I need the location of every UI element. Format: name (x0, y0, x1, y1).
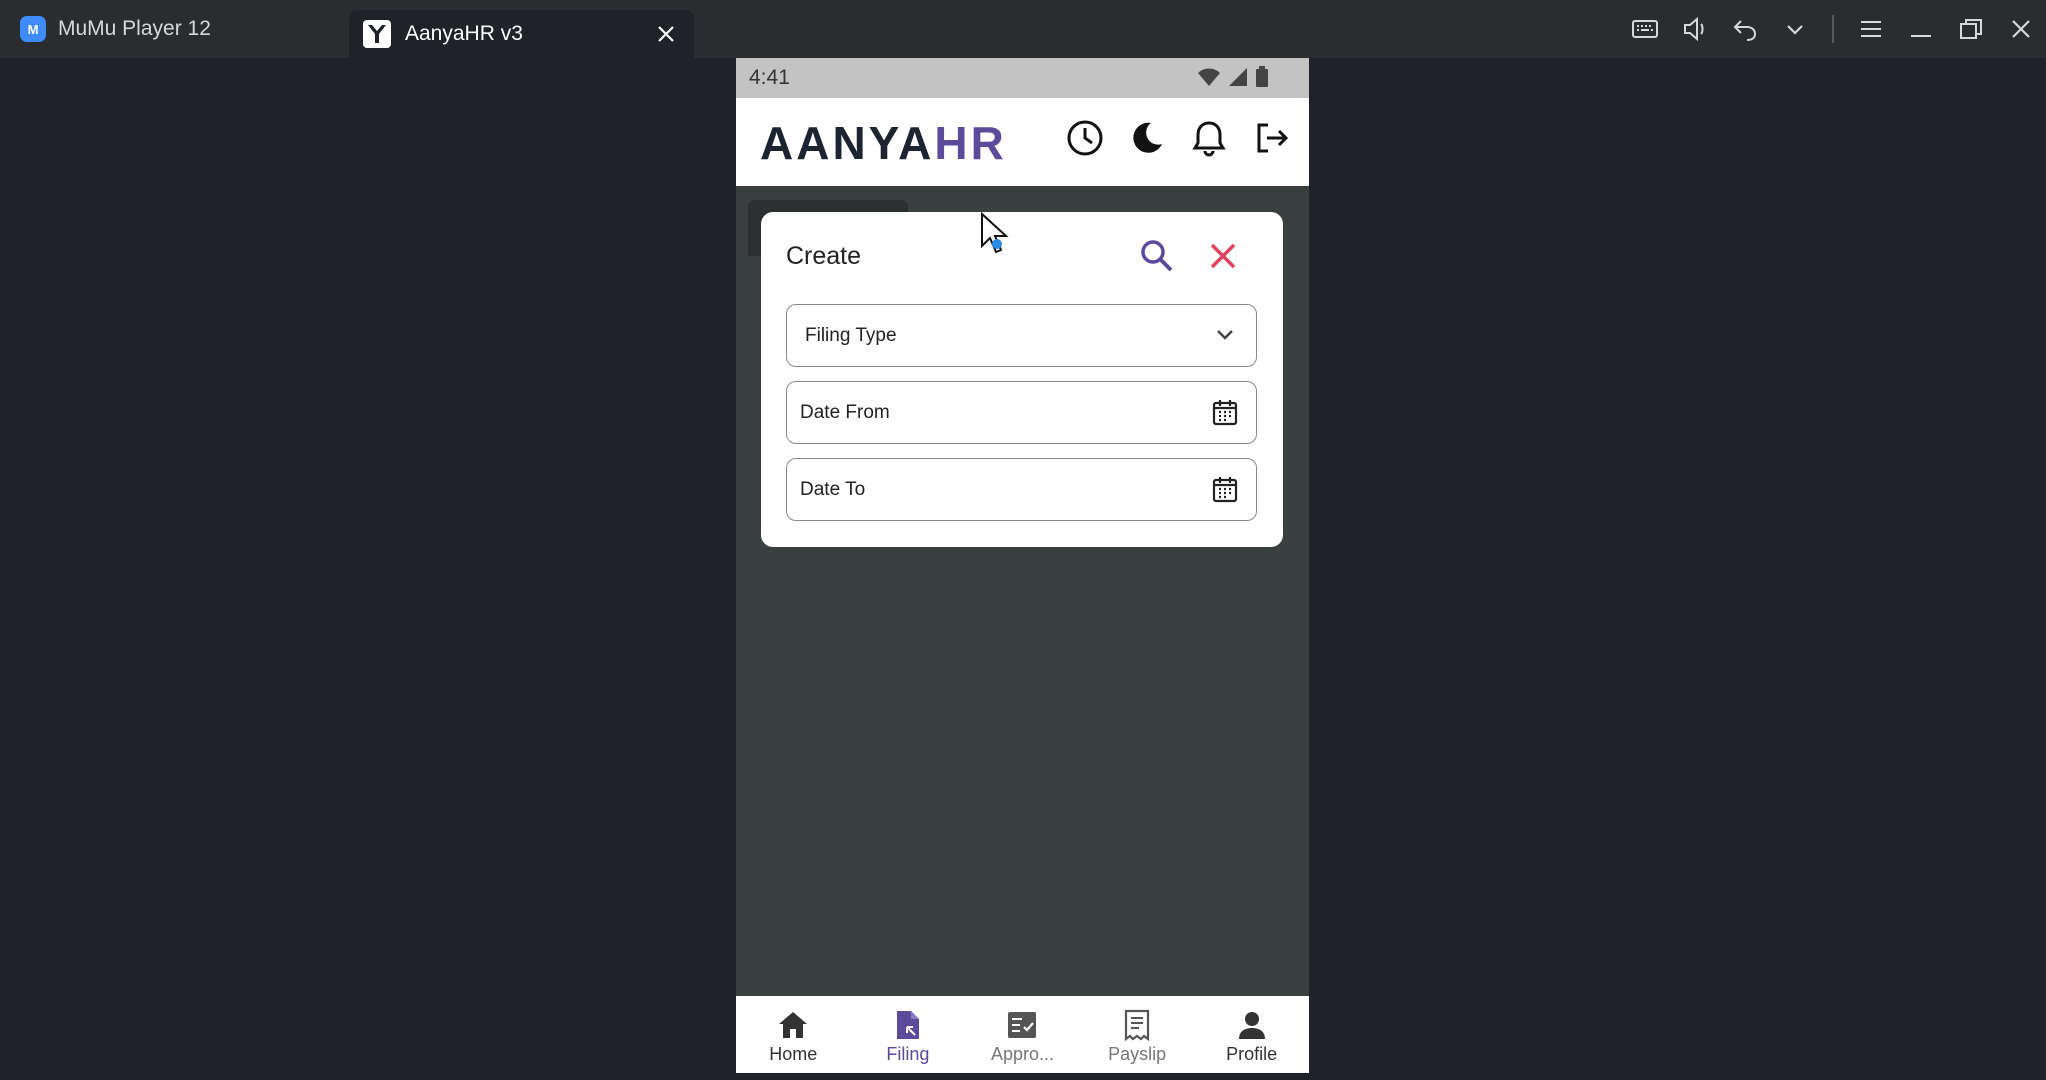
phone-screen: 4:41 AANYA HR Create Filing Type Date Fr… (736, 58, 1309, 1073)
nav-profile-label: Profile (1226, 1044, 1278, 1064)
close-tab-icon[interactable] (654, 22, 678, 46)
chevron-down-icon[interactable] (1770, 0, 1820, 58)
clock-icon[interactable] (1065, 118, 1105, 158)
date-from-placeholder: Date From (800, 401, 890, 423)
status-time: 4:41 (749, 66, 790, 89)
calendar-icon[interactable] (1210, 397, 1240, 427)
nav-filing[interactable]: Filing (851, 996, 966, 1073)
nav-profile[interactable]: Profile (1194, 996, 1309, 1073)
mumu-logo-icon: M (20, 16, 46, 42)
close-window-icon[interactable] (1996, 0, 2046, 58)
mumu-player-title: MuMu Player 12 (58, 17, 211, 40)
approvals-icon (1005, 1008, 1039, 1042)
nav-home[interactable]: Home (736, 996, 851, 1073)
back-icon[interactable] (1720, 0, 1770, 58)
filing-type-select[interactable]: Filing Type (786, 304, 1257, 367)
payslip-icon (1120, 1008, 1154, 1042)
date-to-placeholder: Date To (800, 478, 866, 500)
close-icon[interactable] (1205, 238, 1241, 274)
bell-icon[interactable] (1189, 118, 1229, 158)
home-icon (776, 1008, 810, 1042)
nav-approvals[interactable]: Appro... (965, 996, 1080, 1073)
menu-icon[interactable] (1846, 0, 1896, 58)
dark-mode-icon[interactable] (1127, 118, 1167, 158)
filing-type-placeholder: Filing Type (805, 324, 897, 346)
mumu-player-tab[interactable]: M MuMu Player 12 (0, 0, 348, 58)
android-status-bar: 4:41 (736, 58, 1309, 98)
calendar-icon[interactable] (1210, 474, 1240, 504)
mouse-cursor-icon (981, 212, 1009, 254)
logout-icon[interactable] (1251, 118, 1291, 158)
chevron-down-icon (1210, 320, 1240, 350)
date-to-field[interactable]: Date To (786, 458, 1257, 521)
titlebar-divider (1832, 15, 1834, 43)
keyboard-icon[interactable] (1620, 0, 1670, 58)
volume-icon[interactable] (1670, 0, 1720, 58)
nav-approvals-label: Appro... (990, 1044, 1054, 1064)
nav-filing-label: Filing (886, 1044, 930, 1064)
wifi-icon (1198, 68, 1220, 86)
bottom-navigation: Home Filing Appro... Payslip Profile (736, 996, 1309, 1073)
date-from-field[interactable]: Date From (786, 381, 1257, 444)
create-filter-dialog: Create Filing Type Date From Date To (761, 212, 1283, 547)
minimize-icon[interactable] (1896, 0, 1946, 58)
filing-icon (891, 1008, 925, 1042)
nav-payslip-label: Payslip (1108, 1044, 1167, 1064)
aanyahr-favicon-icon (363, 20, 391, 48)
battery-icon (1256, 66, 1268, 87)
restore-icon[interactable] (1946, 0, 1996, 58)
nav-home-label: Home (769, 1044, 818, 1064)
profile-icon (1235, 1008, 1269, 1042)
signal-icon (1229, 68, 1247, 86)
search-icon[interactable] (1139, 238, 1175, 274)
aanyahr-logo: AANYA HR (760, 117, 1007, 169)
nav-payslip[interactable]: Payslip (1080, 996, 1195, 1073)
aanyahr-tab[interactable]: AanyaHR v3 (349, 10, 694, 58)
emulator-titlebar: M MuMu Player 12 AanyaHR v3 (0, 0, 2046, 58)
tab-title: AanyaHR v3 (405, 22, 523, 45)
dialog-title: Create (786, 242, 862, 270)
app-header: AANYA HR (736, 98, 1309, 186)
